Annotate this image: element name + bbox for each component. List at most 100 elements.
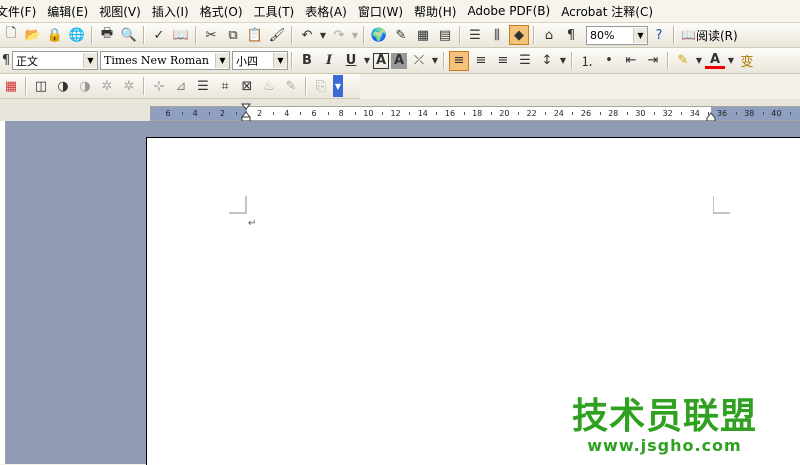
chevron-down-icon[interactable]: ▼ <box>273 53 287 68</box>
underline-button[interactable]: U <box>341 51 361 71</box>
columns-icon[interactable]: ☰ <box>465 25 485 45</box>
decrease-indent-icon[interactable]: ⇤ <box>621 51 641 71</box>
research-icon[interactable]: 📖 <box>171 25 191 45</box>
increase-indent-icon[interactable]: ⇥ <box>643 51 663 71</box>
ruler-tick <box>327 112 329 115</box>
insert-row-icon[interactable]: ⊹ <box>149 76 169 96</box>
shade-bucket-icon[interactable]: ♨ <box>259 76 279 96</box>
phonetic-guide-button[interactable]: 变 <box>737 51 757 71</box>
hyperlink-icon[interactable]: 🌍 <box>369 25 389 45</box>
bullets-icon[interactable]: • <box>599 51 619 71</box>
chevron-down-icon[interactable]: ▼ <box>215 53 229 68</box>
help-icon[interactable]: ? <box>649 25 669 45</box>
distribute-icon[interactable]: ⊿ <box>171 76 191 96</box>
align-center-icon[interactable]: ≡ <box>471 51 491 71</box>
format-painter-icon[interactable]: 🖌 <box>267 25 287 45</box>
ruler-label: 16 <box>444 109 456 118</box>
open-folder-icon[interactable]: 📂 <box>23 25 43 45</box>
ruler-label: 12 <box>390 109 401 118</box>
right-indent-marker-icon[interactable] <box>706 111 716 122</box>
margin-corner-top-right <box>713 196 730 214</box>
cut-icon[interactable]: ✂ <box>201 25 221 45</box>
menu-item[interactable]: 编辑(E) <box>47 3 97 20</box>
ruler-label: 36 <box>716 109 728 118</box>
pencil-icon[interactable]: ✎ <box>281 76 301 96</box>
menu-item[interactable]: 文件(F) <box>0 3 45 20</box>
shading-icon[interactable]: ◑ <box>53 76 73 96</box>
character-border-button[interactable]: A <box>373 52 389 69</box>
insert-table-icon[interactable]: ▦ <box>413 25 433 45</box>
document-map-icon[interactable]: ◆ <box>509 25 529 45</box>
line-spacing-icon[interactable]: ↕ <box>537 51 557 71</box>
split-cells-icon[interactable]: ◫ <box>31 76 51 96</box>
line-spacing-dropdown-icon[interactable]: ▼ <box>559 51 567 71</box>
star-icon[interactable]: ✲ <box>97 76 117 96</box>
print-preview-web-icon[interactable]: 🌐 <box>67 25 87 45</box>
ruler-label: 20 <box>499 109 510 118</box>
highlight-dropdown-icon[interactable]: ▼ <box>695 51 703 71</box>
ruler-tick <box>735 112 737 115</box>
copy-icon[interactable]: ⧉ <box>223 25 243 45</box>
style-select[interactable]: 正文 ▼ <box>12 51 98 70</box>
table-icon[interactable]: ▦ <box>1 76 21 96</box>
redo-icon[interactable]: ↷ <box>329 25 349 45</box>
document-page[interactable]: ↵ 技术员联盟 www.jsgho.com <box>146 137 800 465</box>
show-hide-icon[interactable]: ⌂ <box>539 25 559 45</box>
menu-item[interactable]: 格式(O) <box>200 3 252 20</box>
separator <box>667 51 669 70</box>
undo-dropdown-icon[interactable]: ▼ <box>319 25 327 45</box>
menu-item[interactable]: 视图(V) <box>99 3 150 20</box>
undo-icon[interactable]: ↶ <box>297 25 317 45</box>
chevron-down-icon[interactable]: ▼ <box>633 27 647 43</box>
character-shading-button[interactable]: A <box>391 52 407 69</box>
justify-icon[interactable]: ☰ <box>515 51 535 71</box>
zoom-select[interactable]: 80% ▼ <box>586 25 648 45</box>
align-left-icon[interactable]: ≡ <box>449 50 469 71</box>
menu-item[interactable]: 表格(A) <box>305 3 356 20</box>
shading-light-icon[interactable]: ◑ <box>75 76 95 96</box>
permission-icon[interactable]: 🔒 <box>45 25 65 45</box>
star-outline-icon[interactable]: ✲ <box>119 76 139 96</box>
print-icon[interactable]: 🖶 <box>97 25 117 45</box>
menu-item[interactable]: 窗口(W) <box>358 3 412 20</box>
menu-item[interactable]: 插入(I) <box>152 3 198 20</box>
paste-icon[interactable]: 📋 <box>245 25 265 45</box>
new-document-icon[interactable]: 🗋 <box>1 25 21 45</box>
menu-item[interactable]: 工具(T) <box>254 3 304 20</box>
menu-item[interactable]: 帮助(H) <box>414 3 465 20</box>
align-right-icon[interactable]: ≡ <box>493 51 513 71</box>
toolbar-overflow-button[interactable]: ▼ <box>333 75 343 97</box>
insert-excel-icon[interactable]: ▤ <box>435 25 455 45</box>
character-scaling-icon[interactable]: ⤫ <box>409 51 429 71</box>
scaling-dropdown-icon[interactable]: ▼ <box>431 51 439 71</box>
font-color-button[interactable]: A <box>705 52 725 69</box>
drawing-icon[interactable]: ⫼ <box>487 25 507 45</box>
styles-pane-icon[interactable]: ¶ <box>1 51 11 71</box>
outside-border-icon[interactable]: ⊠ <box>237 76 257 96</box>
toolbar-options-icon[interactable]: ⎘ <box>311 76 331 96</box>
italic-button[interactable]: I <box>319 51 339 71</box>
bold-button[interactable]: B <box>297 51 317 71</box>
menu-item[interactable]: Adobe PDF(B) <box>467 4 559 18</box>
chevron-down-icon[interactable]: ▼ <box>83 53 97 68</box>
spelling-icon[interactable]: ✓ <box>149 25 169 45</box>
paragraph-marks-icon[interactable]: ¶ <box>561 25 581 45</box>
highlight-icon[interactable]: ✎ <box>673 51 693 71</box>
font-color-dropdown-icon[interactable]: ▼ <box>727 51 735 71</box>
print-preview-icon[interactable]: 🔍 <box>119 25 139 45</box>
line-style-icon[interactable]: ☰ <box>193 76 213 96</box>
cell-border-icon[interactable]: ⌗ <box>215 76 235 96</box>
separator <box>363 26 365 44</box>
menu-item[interactable]: Acrobat 注释(C) <box>561 3 662 20</box>
ruler-tick <box>490 112 492 115</box>
indent-marker-icon[interactable] <box>240 103 252 122</box>
tables-borders-icon[interactable]: ✎ <box>391 25 411 45</box>
numbering-icon[interactable]: ⒈ <box>577 51 597 71</box>
underline-dropdown-icon[interactable]: ▼ <box>363 51 371 71</box>
vertical-ruler[interactable] <box>0 121 6 464</box>
font-size-select[interactable]: 小四 ▼ <box>232 51 288 70</box>
margin-corner-top-left <box>229 196 247 214</box>
reading-layout-button[interactable]: 📖 阅读(R) <box>678 25 741 45</box>
font-select[interactable]: Times New Roman ▼ <box>100 51 230 70</box>
redo-dropdown-icon[interactable]: ▼ <box>351 25 359 45</box>
